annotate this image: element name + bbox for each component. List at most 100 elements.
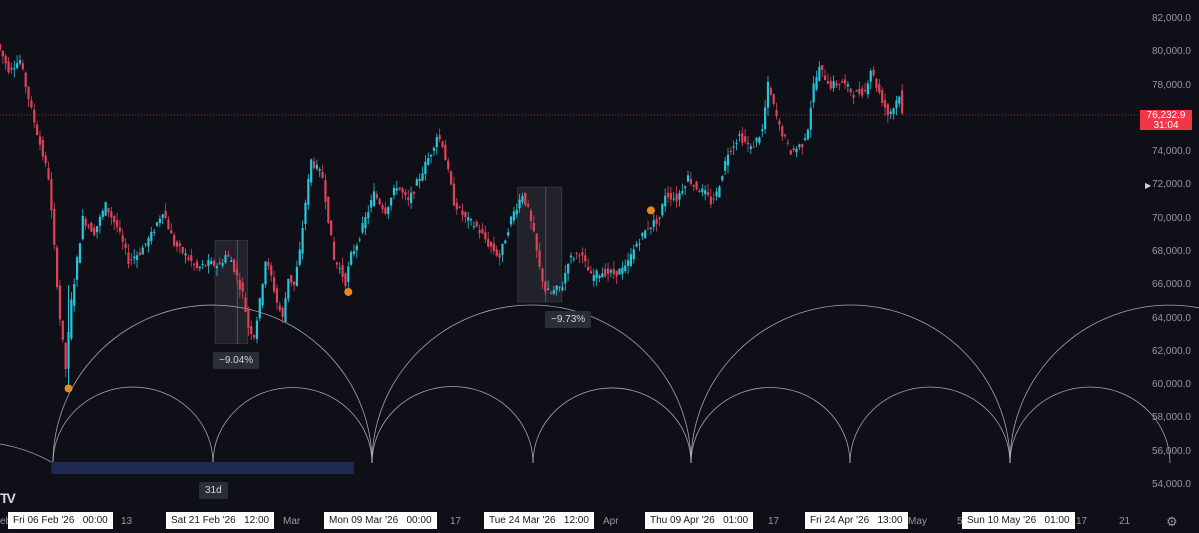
candle-body [646, 228, 650, 230]
candle-body [347, 266, 350, 282]
cycle-arc [52, 386, 214, 464]
pivot-marker [344, 287, 353, 296]
candle-body [789, 150, 792, 155]
candle-body [390, 197, 393, 206]
candle-body [16, 63, 19, 68]
tradingview-logo[interactable]: TV [0, 490, 16, 506]
candle-body [509, 216, 513, 225]
candle-body [264, 261, 267, 285]
gear-icon[interactable]: ⚙ [1166, 514, 1178, 530]
time-axis-date-tag: Mon 09 Mar '26 00:00 [324, 512, 437, 529]
candle-body [724, 161, 727, 171]
time-axis-date-tag: Sat 21 Feb '26 12:00 [166, 512, 275, 529]
candle-body [718, 186, 721, 198]
candle-body [764, 107, 767, 130]
candle-body [629, 254, 633, 266]
candle-body [167, 219, 170, 230]
candle-body [709, 196, 712, 205]
candle-body [558, 286, 561, 288]
candle-body [661, 204, 664, 216]
cycle-arc-left [0, 443, 54, 464]
candle-body [438, 135, 441, 140]
candle-body [193, 263, 196, 265]
candle-body [13, 68, 16, 70]
range-duration-label: 31d [199, 482, 228, 499]
price-tick-label: 56,000.0 [1152, 445, 1191, 457]
candle-body [843, 79, 847, 84]
candle-body [230, 260, 233, 262]
candle-body [10, 67, 13, 70]
candle-body [706, 192, 710, 196]
time-axis-date-tag: Fri 24 Apr '26 13:00 [805, 512, 908, 529]
candle-body [806, 129, 810, 140]
candle-body [441, 141, 444, 147]
candle-body [778, 120, 781, 125]
candle-body [772, 94, 775, 104]
candle-body [287, 278, 290, 299]
candle-body [549, 292, 553, 294]
candle-body [250, 326, 253, 335]
candle-body [841, 81, 844, 83]
candle-body [875, 78, 878, 89]
time-tick-label: May [908, 516, 927, 527]
candle-body [458, 206, 461, 208]
candle-body [247, 309, 250, 328]
candle-body [321, 171, 324, 178]
candle-body [641, 232, 644, 237]
candle-body [732, 146, 735, 148]
candle-body [270, 265, 273, 276]
chart-area[interactable] [0, 0, 1199, 533]
time-tick-label: 17 [768, 516, 780, 527]
candle-body [609, 270, 613, 273]
candle-body [404, 191, 407, 195]
candle-body [698, 190, 701, 193]
candle-body [761, 129, 764, 132]
candle-body [310, 159, 313, 183]
cycle-arc [849, 386, 1011, 464]
price-tick-label: 74,000.0 [1152, 146, 1191, 158]
price-tick-label: 70,000.0 [1152, 212, 1191, 224]
candle-body [638, 243, 641, 245]
candle-body [612, 269, 615, 275]
candle-body [501, 243, 504, 256]
price-tick-label: 64,000.0 [1152, 312, 1191, 324]
candle-body [886, 104, 889, 115]
candle-body [81, 215, 84, 240]
candle-body [521, 195, 524, 203]
candle-body [121, 235, 124, 242]
candle-body [669, 193, 672, 200]
candle-body [295, 266, 299, 286]
candle-body [412, 191, 416, 194]
candle-body [315, 164, 318, 169]
chart-svg[interactable] [0, 0, 1199, 533]
candle-body [127, 252, 130, 264]
candle-body [153, 231, 156, 233]
candle-body [384, 207, 387, 214]
candle-body [489, 241, 493, 247]
candle-body [741, 133, 744, 143]
candle-body [615, 270, 618, 277]
candle-body [581, 252, 584, 256]
candle-body [766, 81, 770, 108]
candle-body [889, 111, 892, 114]
candle-body [452, 183, 456, 206]
candle-body [392, 187, 396, 196]
candle-body [809, 108, 812, 130]
candle-body [575, 252, 578, 254]
candle-body [47, 167, 50, 180]
candle-body [695, 181, 698, 190]
candle-body [498, 253, 501, 258]
time-tick-label: 21 [1119, 516, 1131, 527]
candle-body [115, 220, 119, 228]
candle-body [449, 171, 453, 185]
candle-body [515, 210, 518, 215]
candle-body [21, 63, 24, 70]
candle-body [755, 137, 758, 142]
candle-body [849, 88, 852, 93]
candle-body [447, 160, 450, 170]
last-price-tag: 76,232.9 31:04 [1140, 110, 1192, 131]
candle-body [529, 210, 533, 222]
candle-body [341, 264, 344, 277]
candle-body [518, 199, 521, 209]
candle-body [352, 251, 356, 254]
